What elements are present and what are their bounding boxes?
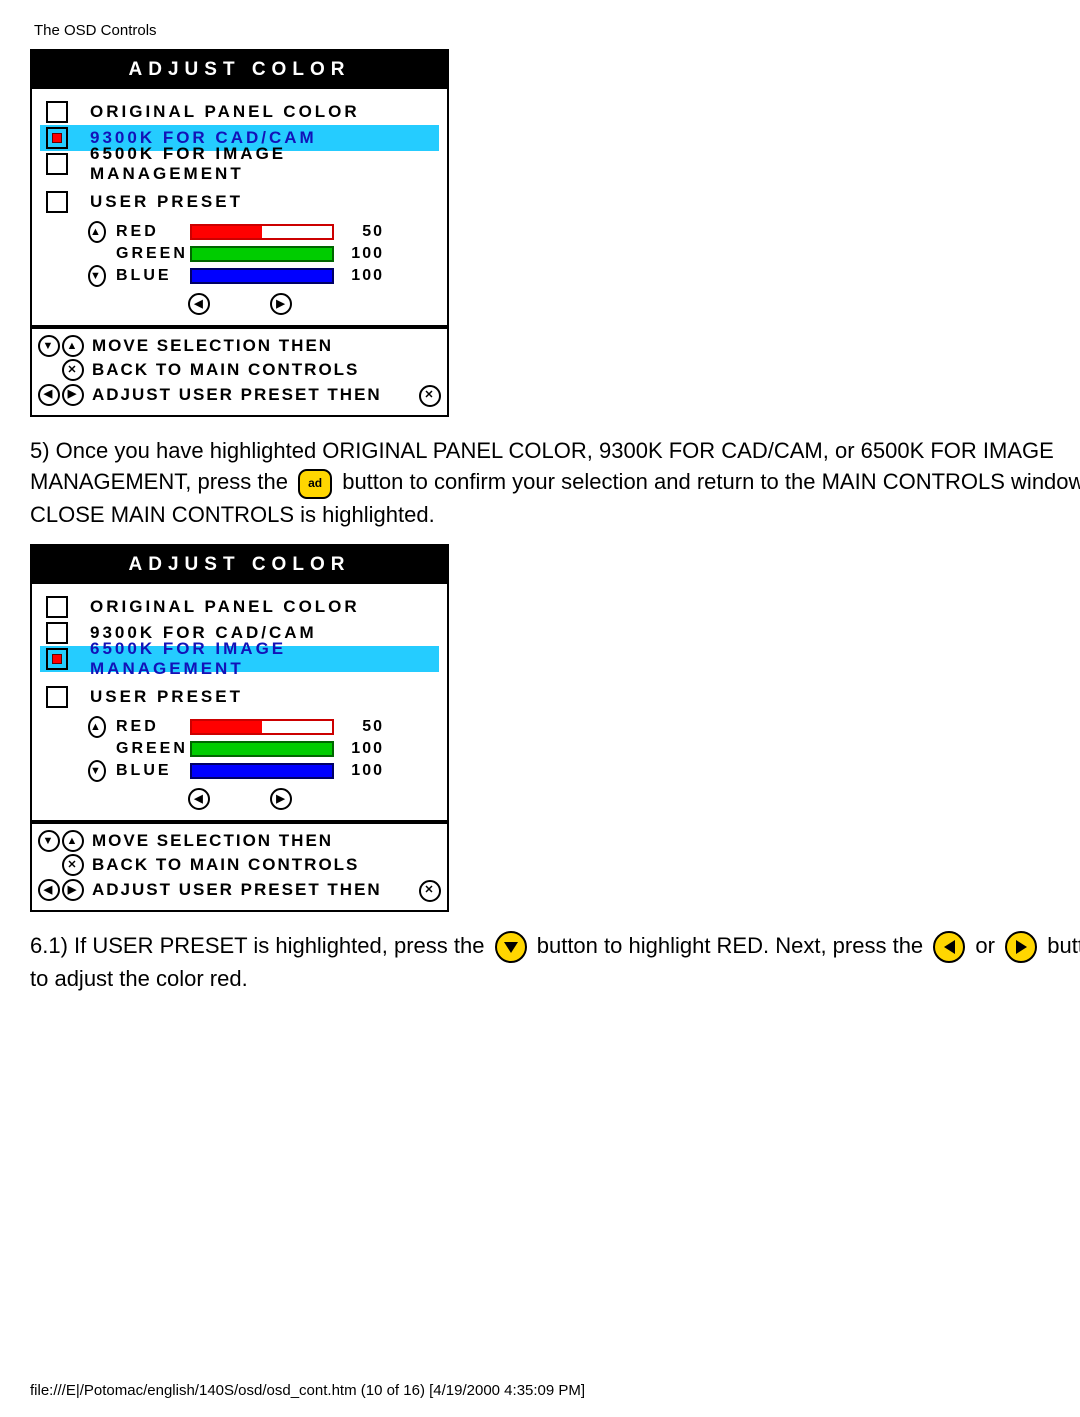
down-icon: ▼ (38, 335, 60, 357)
option-user-preset[interactable]: USER PRESET (40, 684, 439, 710)
checkbox-icon (46, 622, 68, 644)
checkbox-icon (46, 101, 68, 123)
green-bar (190, 741, 334, 757)
down-icon: ▼ (38, 830, 60, 852)
preset-blue-row: ▼ BLUE 100 (40, 265, 439, 287)
color-label: RED (116, 223, 190, 241)
left-arrow-icon[interactable]: ◀ (188, 788, 210, 810)
checkbox-icon (46, 596, 68, 618)
text: 6.1) If USER PRESET is highlighted, pres… (30, 933, 484, 958)
ok-icon: ✕ (419, 385, 441, 407)
preset-green-row: GREEN 100 (40, 243, 439, 265)
text: or (975, 933, 995, 958)
blue-bar (190, 268, 334, 284)
red-bar (190, 224, 334, 240)
osd-title: ADJUST COLOR (32, 51, 447, 89)
up-icon: ▲ (88, 716, 106, 738)
left-button-icon (933, 931, 965, 963)
red-bar (190, 719, 334, 735)
hint-adjust: ◀▶ ADJUST USER PRESET THEN ✕ (38, 383, 441, 407)
color-label: GREEN (116, 740, 190, 758)
hint-text: MOVE SELECTION THEN (92, 336, 441, 356)
hint-adjust: ◀▶ ADJUST USER PRESET THEN ✕ (38, 878, 441, 902)
option-label: ORIGINAL PANEL COLOR (90, 597, 360, 617)
red-value: 50 (340, 223, 384, 241)
right-arrow-icon[interactable]: ▶ (270, 293, 292, 315)
ok-button-icon: ad (298, 469, 332, 499)
right-arrow-icon[interactable]: ▶ (270, 788, 292, 810)
osd-panel-2: ADJUST COLOR ORIGINAL PANEL COLOR 9300K … (30, 544, 449, 912)
preset-red-row: ▲ RED 50 (40, 221, 439, 243)
option-original[interactable]: ORIGINAL PANEL COLOR (40, 99, 439, 125)
green-value: 100 (340, 245, 384, 263)
hint-back: ✕ BACK TO MAIN CONTROLS (38, 854, 441, 876)
color-label: GREEN (116, 245, 190, 263)
color-label: RED (116, 718, 190, 736)
option-user-preset[interactable]: USER PRESET (40, 189, 439, 215)
blue-value: 100 (340, 762, 384, 780)
nav-arrows: ◀ ▶ (40, 788, 439, 810)
color-label: BLUE (116, 762, 190, 780)
preset-red-row: ▲ RED 50 (40, 716, 439, 738)
up-icon: ▲ (62, 830, 84, 852)
up-icon: ▲ (88, 221, 106, 243)
right-button-icon (1005, 931, 1037, 963)
down-icon: ▼ (88, 760, 106, 782)
left-icon: ◀ (38, 384, 60, 406)
option-label: USER PRESET (90, 192, 243, 212)
option-label: 6500K FOR IMAGE MANAGEMENT (90, 144, 439, 184)
osd-title: ADJUST COLOR (32, 546, 447, 584)
checkbox-icon (46, 153, 68, 175)
checkbox-icon (46, 191, 68, 213)
hint-back: ✕ BACK TO MAIN CONTROLS (38, 359, 441, 381)
green-bar (190, 246, 334, 262)
hint-text: BACK TO MAIN CONTROLS (92, 855, 441, 875)
file-path-footer: file:///E|/Potomac/english/140S/osd/osd_… (30, 1382, 585, 1399)
blue-bar (190, 763, 334, 779)
ok-icon: ✕ (62, 359, 84, 381)
right-icon: ▶ (62, 879, 84, 901)
option-6500k[interactable]: 6500K FOR IMAGE MANAGEMENT (40, 151, 439, 177)
right-icon: ▶ (62, 384, 84, 406)
checkbox-icon (46, 648, 68, 670)
instruction-6-1: 6.1) If USER PRESET is highlighted, pres… (30, 930, 1080, 995)
down-icon: ▼ (88, 265, 106, 287)
up-icon: ▲ (62, 335, 84, 357)
hint-move: ▼▲ MOVE SELECTION THEN (38, 335, 441, 357)
color-label: BLUE (116, 267, 190, 285)
ok-icon: ✕ (62, 854, 84, 876)
hint-move: ▼▲ MOVE SELECTION THEN (38, 830, 441, 852)
hint-text: MOVE SELECTION THEN (92, 831, 441, 851)
ok-label: ad (308, 475, 322, 492)
osd-panel-1: ADJUST COLOR ORIGINAL PANEL COLOR 9300K … (30, 49, 449, 417)
checkbox-icon (46, 686, 68, 708)
ok-icon: ✕ (419, 880, 441, 902)
option-original[interactable]: ORIGINAL PANEL COLOR (40, 594, 439, 620)
page-header: The OSD Controls (34, 22, 1080, 39)
option-6500k[interactable]: 6500K FOR IMAGE MANAGEMENT (40, 646, 439, 672)
hint-text: ADJUST USER PRESET THEN (92, 385, 413, 405)
red-value: 50 (340, 718, 384, 736)
left-icon: ◀ (38, 879, 60, 901)
preset-green-row: GREEN 100 (40, 738, 439, 760)
text: button to highlight RED. Next, press the (537, 933, 923, 958)
preset-blue-row: ▼ BLUE 100 (40, 760, 439, 782)
hint-text: ADJUST USER PRESET THEN (92, 880, 413, 900)
option-label: USER PRESET (90, 687, 243, 707)
left-arrow-icon[interactable]: ◀ (188, 293, 210, 315)
option-label: 6500K FOR IMAGE MANAGEMENT (90, 639, 439, 679)
instruction-5: 5) Once you have highlighted ORIGINAL PA… (30, 435, 1080, 531)
checkbox-icon (46, 127, 68, 149)
nav-arrows: ◀ ▶ (40, 293, 439, 315)
green-value: 100 (340, 740, 384, 758)
blue-value: 100 (340, 267, 384, 285)
option-label: ORIGINAL PANEL COLOR (90, 102, 360, 122)
hint-text: BACK TO MAIN CONTROLS (92, 360, 441, 380)
down-button-icon (495, 931, 527, 963)
